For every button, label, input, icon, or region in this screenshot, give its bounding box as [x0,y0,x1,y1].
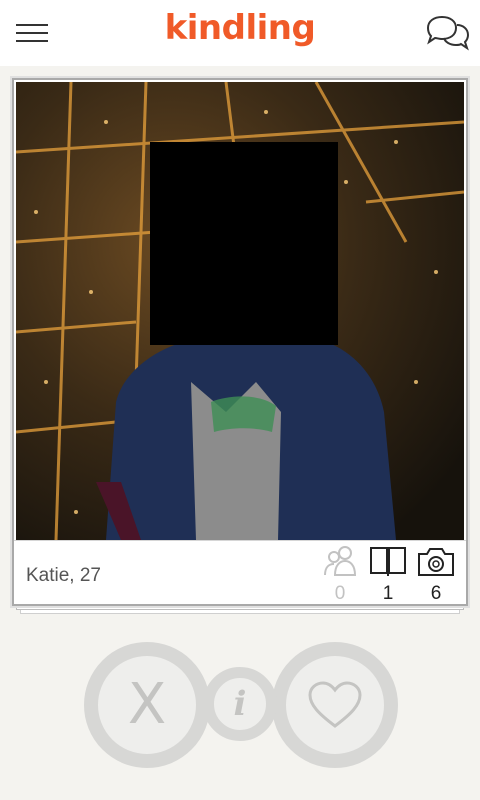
reject-button[interactable]: X [84,642,210,768]
profile-photo[interactable] [16,82,464,540]
friends-icon [320,545,360,577]
top-bar: kindling [0,0,480,66]
chat-bubbles-icon[interactable] [424,14,472,52]
interests-stat[interactable]: 1 [368,545,408,605]
info-label: i [233,684,247,724]
like-button[interactable] [272,642,398,768]
friends-count: 0 [334,583,346,604]
friends-stat[interactable]: 0 [320,545,360,605]
profile-card[interactable]: Katie, 27 0 1 6 [12,78,468,606]
profile-name-age: Katie, 27 [26,565,101,586]
app-logo: kindling [164,8,316,48]
interests-count: 1 [382,583,394,604]
reject-label: X [127,672,167,737]
photos-stat[interactable]: 6 [416,545,456,605]
photos-count: 6 [430,583,442,604]
action-buttons: X i [0,640,480,770]
redaction-box [150,142,338,345]
book-icon [368,545,408,577]
heart-icon [308,681,362,728]
camera-icon [416,545,456,577]
profile-info-bar: Katie, 27 0 1 6 [14,540,466,604]
info-button[interactable]: i [203,667,277,741]
